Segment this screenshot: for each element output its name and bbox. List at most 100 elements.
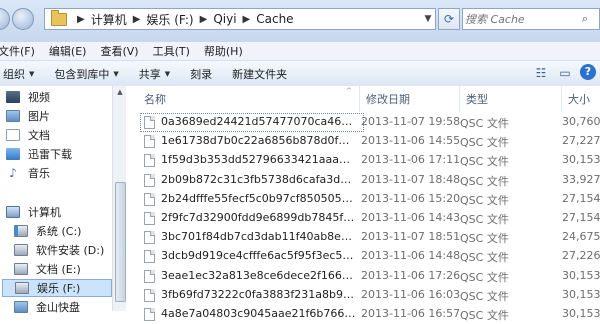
file-date: 2013-11-06 17:11 [361,153,461,167]
download-icon [6,148,20,160]
burn-button[interactable]: 刻录 [180,66,222,82]
file-row[interactable]: 3fb69fd73222c0fa3883f231a8b9c5b7.... 2013… [126,286,600,305]
share-label: 共享 [138,67,161,81]
file-row[interactable]: 1f59d3b353dd52796633421aaab9dfe... 2013-1… [126,151,600,170]
nav-item-drive-c[interactable]: 系统 (C:) [14,222,81,240]
drive-icon [15,282,29,294]
file-date: 2013-11-06 14:43 [361,211,461,224]
nav-item-documents[interactable]: 文档 [6,126,50,144]
file-size: 30,153 [562,307,600,320]
column-header-date[interactable]: 修改日期 [360,86,460,112]
refresh-button[interactable]: ⟳ [438,8,460,30]
file-icon [144,212,155,225]
nav-label: 娱乐 (F:) [37,282,81,295]
file-name: 3eae1ec32a813e8ce6dece2f1666c26... [161,268,356,282]
file-date: 2013-11-07 18:48 [361,172,461,186]
nav-item-drive-f[interactable]: 娱乐 (F:) [2,279,112,297]
new-folder-button[interactable]: 新建文件夹 [222,66,297,82]
file-type: QSC 文件 [460,270,509,284]
share-button[interactable]: 共享 ▼ [129,66,180,82]
forward-button[interactable] [12,8,34,30]
search-box[interactable]: ⌕ [462,8,600,30]
chevron-right-icon[interactable]: ▶ [200,14,208,25]
nav-label: 图片 [28,110,50,123]
organize-label: 组织 [3,67,25,81]
chevron-down-icon: ▼ [164,69,171,78]
chevron-right-icon[interactable]: ▶ [243,14,251,25]
file-row[interactable]: 2f9fc7d32900fdd9e6899db7845f8ef2.... 2013… [126,209,600,228]
scrollbar-thumb[interactable] [115,182,126,302]
file-icon [144,269,155,283]
nav-item-pictures[interactable]: 图片 [6,107,50,125]
nav-item-drive-e[interactable]: 文档 (E:) [14,260,81,278]
scroll-up-icon[interactable]: ▲ [113,88,127,96]
preview-pane-icon[interactable]: ▭ [556,64,574,82]
file-row[interactable]: 2b09b872c31c3fb5738d6cafa3d27e9... 2013-1… [126,171,600,190]
menu-help[interactable]: 帮助(H) [200,43,253,59]
breadcrumb-cache[interactable]: Cache [256,12,293,26]
back-button[interactable] [0,8,10,30]
search-icon[interactable]: ⌕ [577,12,593,26]
file-name: 3dcb9d919ce4cfffe6ac5f95f3ec5829.... [161,249,356,263]
view-options-icon[interactable]: ☷ [532,64,550,82]
nav-label: 软件安装 (D:) [36,244,105,257]
help-icon[interactable]: ? [580,64,596,80]
file-icon [144,192,155,206]
organize-button[interactable]: 组织 ▼ [0,66,44,82]
file-date: 2013-11-07 18:51 [361,230,461,244]
file-type: QSC 文件 [460,174,509,188]
column-header-name[interactable]: 名称 [138,86,360,112]
music-icon: ♪ [9,166,17,180]
file-name: 4a8e7a04803c9045aae21f6b766b9a0... [161,307,356,320]
nav-item-kuaipan[interactable]: 金山快盘 [14,298,80,316]
address-dropdown-icon[interactable]: ▼ [421,14,435,24]
file-row[interactable]: 2b24dfffe55fecf5c0b97cf850505a16.q... 201… [126,190,600,209]
column-header-type[interactable]: 类型 [460,86,562,112]
nav-item-computer[interactable]: 计算机 [6,203,61,221]
file-icon [144,231,155,245]
file-row[interactable]: 0a3689ed24421d57477070ca46271ac... 2013-1… [126,113,600,132]
address-bar[interactable]: ▶ 计算机 ▶ 娱乐 (F:) ▶ Qiyi ▶ Cache ▼ [44,8,436,30]
search-input[interactable] [463,11,577,27]
navigation-scrollbar[interactable]: ▲ [112,86,127,311]
file-type: QSC 文件 [460,193,509,207]
file-name: 3bc701f84db7cd3dab11f40ab8eb52e... [161,230,356,244]
file-row[interactable]: 4a8e7a04803c9045aae21f6b766b9a0... 2013-1… [126,305,600,324]
nav-label: 文档 [28,129,50,142]
folder-icon [51,9,67,26]
new-folder-label: 新建文件夹 [232,67,288,81]
chevron-right-icon[interactable]: ▶ [77,14,85,25]
file-name: 2f9fc7d32900fdd9e6899db7845f8ef2.... [161,211,356,224]
file-type: QSC 文件 [460,155,509,169]
menu-edit[interactable]: 编辑(E) [45,43,97,59]
nav-item-drive-d[interactable]: 软件安装 (D:) [14,241,104,259]
file-row[interactable]: 1e61738d7b0c22a6856b878d0f08dfa... 2013-1… [126,132,600,151]
file-list: ^ 名称 修改日期 类型 大小 0a3689ed24421d57477070ca… [126,86,600,322]
document-icon [6,129,20,141]
file-row[interactable]: 3dcb9d919ce4cfffe6ac5f95f3ec5829.... 2013… [126,247,600,266]
file-type: QSC 文件 [460,232,509,246]
file-row[interactable]: 3bc701f84db7cd3dab11f40ab8eb52e... 2013-1… [126,228,600,247]
menu-file[interactable]: 文件(F) [0,43,45,59]
breadcrumb-computer[interactable]: 计算机 [91,11,127,28]
file-row[interactable]: 3eae1ec32a813e8ce6dece2f1666c26... 2013-1… [126,267,600,286]
file-icon [144,288,155,302]
nav-item-thunder-downloads[interactable]: 迅雷下载 [6,145,72,163]
file-size: 30,760 [562,115,600,128]
file-type: QSC 文件 [460,289,509,303]
nav-item-videos[interactable]: 视频 [6,88,50,106]
menu-tools[interactable]: 工具(T) [149,43,200,59]
file-icon [144,116,155,129]
include-library-button[interactable]: 包含到库中 ▼ [44,66,128,82]
file-name: 3fb69fd73222c0fa3883f231a8b9c5b7.... [161,287,356,301]
column-header-size[interactable]: 大小 [562,86,600,112]
chevron-right-icon[interactable]: ▶ [133,14,141,25]
nav-item-music[interactable]: ♪ 音乐 [6,164,50,182]
breadcrumb-qiyi[interactable]: Qiyi [213,12,236,26]
breadcrumb-drive[interactable]: 娱乐 (F:) [146,11,193,28]
file-icon [144,173,155,187]
menu-view[interactable]: 查看(V) [96,43,148,59]
file-name: 0a3689ed24421d57477070ca46271ac... [161,115,356,128]
video-icon [6,91,20,103]
file-icon [144,250,155,264]
